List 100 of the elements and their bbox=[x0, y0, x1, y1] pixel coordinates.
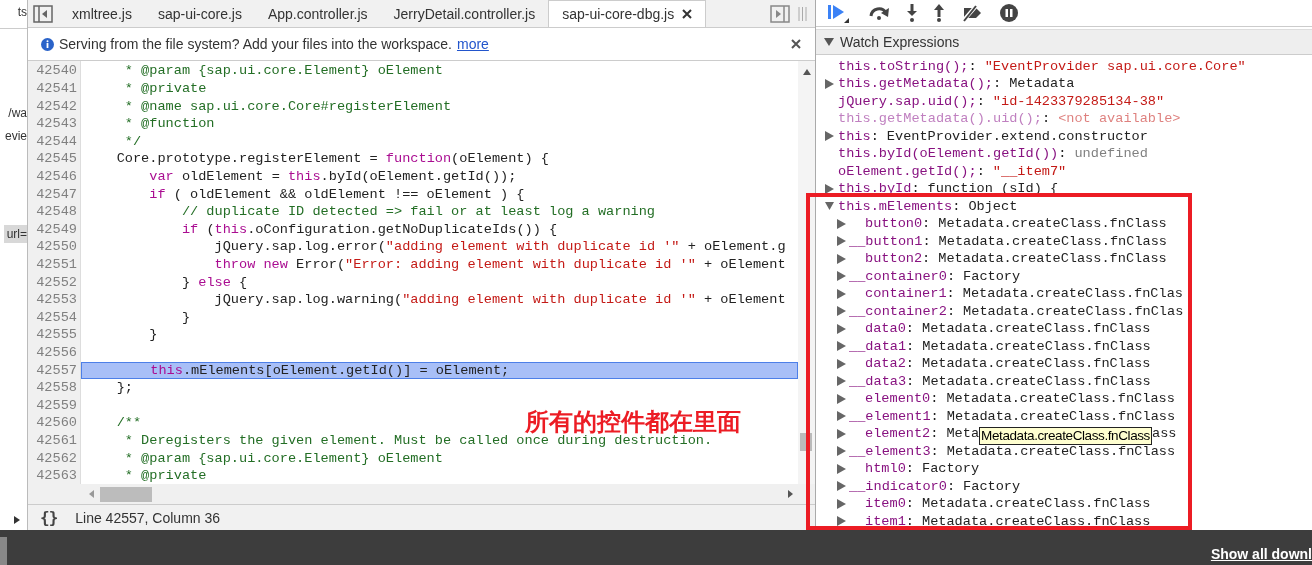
step-out-icon[interactable] bbox=[934, 4, 944, 23]
watch-value: "__item7" bbox=[992, 162, 1067, 180]
step-over-icon[interactable] bbox=[868, 6, 890, 21]
watch-expression[interactable]: this.getMetadata(); bbox=[838, 75, 993, 93]
separator: : bbox=[993, 75, 1002, 93]
property-name[interactable]: __indicator0 bbox=[849, 477, 947, 495]
file-tab[interactable]: App.controller.js bbox=[254, 0, 381, 27]
info-message: Serving from the file system? Add your files into the workspace. bbox=[59, 36, 452, 53]
expand-arrow-icon[interactable] bbox=[825, 183, 834, 194]
cut-off-text: evie bbox=[5, 129, 27, 143]
expand-arrow-icon[interactable] bbox=[837, 481, 846, 492]
property-name[interactable]: __button1 bbox=[849, 232, 923, 250]
tooltip: Metadata.createClass.fnClass bbox=[979, 426, 1152, 445]
line-number: 42540 bbox=[35, 62, 78, 81]
property-name[interactable]: item0 bbox=[865, 495, 906, 513]
code-line: jQuery.sap.log.warning("adding element with duplicate id '" + oElement bbox=[213, 291, 786, 309]
separator: : bbox=[905, 320, 914, 338]
expand-arrow-icon[interactable] bbox=[837, 376, 846, 387]
property-name[interactable]: __element3 bbox=[849, 442, 931, 460]
separator: : bbox=[952, 197, 961, 215]
property-value: Metadata.createClass.fnClass bbox=[938, 215, 1167, 233]
property-name[interactable]: data2 bbox=[865, 355, 906, 373]
expand-arrow-icon[interactable] bbox=[837, 428, 846, 439]
watch-expression[interactable]: jQuery.sap.uid(); bbox=[838, 92, 977, 110]
property-name[interactable]: html0 bbox=[865, 460, 906, 478]
expand-arrow-icon[interactable] bbox=[837, 306, 846, 317]
panel-toggle-icon[interactable] bbox=[770, 4, 790, 23]
code-line: throw new Error("Error: adding element with duplicate id '" + oElement bbox=[213, 255, 786, 274]
pretty-print-button[interactable]: {} bbox=[34, 508, 64, 528]
expand-arrow-icon[interactable] bbox=[837, 393, 846, 404]
property-name[interactable]: element0 bbox=[865, 390, 931, 408]
separator: : bbox=[905, 495, 914, 513]
expand-arrow-icon[interactable] bbox=[825, 131, 834, 142]
property-name[interactable]: __container2 bbox=[849, 302, 947, 320]
watch-expression[interactable]: this.byId bbox=[838, 180, 912, 198]
expand-arrow-icon[interactable] bbox=[14, 516, 20, 524]
scroll-up-arrow-icon[interactable] bbox=[802, 69, 811, 76]
line-number: 42544 bbox=[35, 132, 78, 151]
deactivate-breakpoints-icon[interactable] bbox=[961, 4, 983, 23]
drag-handle-icon[interactable] bbox=[798, 5, 807, 22]
expand-arrow-icon[interactable] bbox=[837, 446, 846, 457]
property-name[interactable]: item1 bbox=[865, 512, 906, 530]
expand-arrow-icon[interactable] bbox=[837, 323, 846, 334]
watch-value: EventProvider.extend.constructor bbox=[886, 127, 1148, 145]
expand-arrow-icon[interactable] bbox=[837, 411, 846, 422]
code-line: if (this.oConfiguration.getNoDuplicateIds()) { bbox=[180, 220, 558, 239]
expand-arrow-icon[interactable] bbox=[837, 218, 846, 229]
property-name[interactable]: button2 bbox=[865, 250, 923, 268]
expand-arrow-icon[interactable] bbox=[837, 271, 846, 282]
property-name[interactable]: data0 bbox=[865, 320, 906, 338]
expand-arrow-icon[interactable] bbox=[837, 341, 846, 352]
expand-arrow-icon[interactable] bbox=[837, 236, 846, 247]
expand-arrow-icon[interactable] bbox=[837, 498, 846, 509]
property-value: Metadata.createClass.fnClass bbox=[946, 390, 1175, 408]
property-name[interactable]: button0 bbox=[865, 215, 923, 233]
step-into-icon[interactable] bbox=[907, 4, 917, 23]
property-value: Metadata.createClass.fnClass bbox=[921, 495, 1151, 513]
expand-arrow-icon[interactable] bbox=[837, 358, 846, 369]
close-icon[interactable] bbox=[791, 39, 801, 50]
line-number: 42547 bbox=[35, 185, 78, 204]
collapse-arrow-icon[interactable] bbox=[825, 201, 834, 212]
watch-expression[interactable]: this.toString(); bbox=[838, 57, 969, 75]
separator: : bbox=[870, 127, 879, 145]
property-name[interactable]: __element1 bbox=[849, 407, 931, 425]
expand-arrow-icon[interactable] bbox=[837, 253, 846, 264]
collapse-arrow-icon[interactable] bbox=[824, 37, 834, 46]
downloads-link[interactable]: Show all downl bbox=[1210, 545, 1312, 562]
section-header[interactable]: Watch Expressions bbox=[816, 29, 1312, 55]
file-tab[interactable]: xmltree.js bbox=[59, 0, 145, 27]
watch-expression[interactable]: this.mElements bbox=[838, 197, 953, 215]
file-tab[interactable]: sap-ui-core.js bbox=[144, 0, 255, 27]
expand-arrow-icon[interactable] bbox=[837, 288, 846, 299]
property-name[interactable]: __data1 bbox=[849, 337, 907, 355]
separator: : bbox=[922, 215, 931, 233]
scrollbar-thumb[interactable] bbox=[100, 486, 152, 502]
property-name[interactable]: container1 bbox=[865, 285, 947, 303]
horizontal-scrollbar[interactable] bbox=[28, 484, 815, 505]
watch-expression[interactable]: oElement.getId(); bbox=[838, 162, 977, 180]
expand-arrow-icon[interactable] bbox=[837, 463, 846, 474]
code-line: Core.prototype.registerElement = function(oElement) { bbox=[115, 150, 549, 168]
watch-expression[interactable]: this.byId(oElement.getId()) bbox=[838, 145, 1059, 163]
expand-arrow-icon[interactable] bbox=[837, 516, 846, 527]
line-number: 42554 bbox=[35, 308, 78, 327]
property-name[interactable]: __data3 bbox=[849, 372, 907, 390]
sidebar-toggle-icon[interactable] bbox=[33, 4, 53, 23]
pause-icon[interactable] bbox=[1000, 4, 1018, 23]
watch-expression[interactable]: this bbox=[838, 127, 871, 145]
resume-icon[interactable] bbox=[827, 3, 851, 24]
expand-arrow-icon[interactable] bbox=[825, 78, 834, 89]
scroll-right-arrow-icon[interactable] bbox=[788, 490, 793, 499]
more-link[interactable]: more bbox=[456, 36, 489, 53]
cut-off-text: url= bbox=[3, 225, 27, 243]
file-tab[interactable]: sap-ui-core-dbg.js bbox=[548, 0, 707, 27]
file-tab[interactable]: JerryDetail.controller.js bbox=[380, 0, 549, 27]
line-number: 42550 bbox=[35, 238, 78, 256]
property-name[interactable]: element2 bbox=[865, 425, 931, 443]
close-icon[interactable] bbox=[682, 9, 693, 19]
code-line: var oldElement = this.byId(oElement.getId()); bbox=[148, 168, 517, 186]
property-name[interactable]: __container0 bbox=[849, 267, 947, 285]
code-line: jQuery.sap.log.error("adding element with duplicate id '" + oElement.g bbox=[213, 238, 786, 256]
